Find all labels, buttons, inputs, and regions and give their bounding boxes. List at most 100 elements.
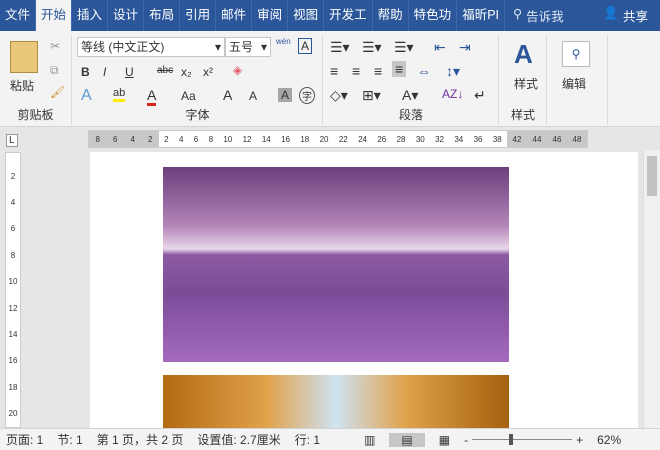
- shrink-font-button[interactable]: A: [249, 89, 257, 103]
- asian-layout-icon[interactable]: A▾: [402, 87, 418, 104]
- tab-3[interactable]: 设计: [108, 0, 145, 31]
- find-icon[interactable]: ⚲: [562, 41, 590, 67]
- superscript-button[interactable]: x²: [203, 65, 213, 79]
- ruler-mark: 32: [435, 134, 445, 144]
- shading-icon[interactable]: ◇▾: [330, 87, 348, 104]
- tab-5[interactable]: 引用: [180, 0, 217, 31]
- ruler-mark: 20: [8, 409, 18, 419]
- font-name-select[interactable]: 等线 (中文正文) ▾: [77, 37, 225, 57]
- justify-icon[interactable]: ≡: [392, 61, 407, 77]
- tab-4[interactable]: 布局: [144, 0, 181, 31]
- print-layout-icon[interactable]: ▤: [389, 432, 425, 447]
- document-page[interactable]: [90, 152, 638, 435]
- section-indicator[interactable]: 节: 1: [57, 431, 82, 448]
- ruler-mark: 6: [113, 134, 118, 144]
- status-bar: 页面: 1 节: 1 第 1 页，共 2 页 设置值: 2.7厘米 行: 1 ▥…: [0, 428, 660, 450]
- ruler-mark: 20: [319, 134, 329, 144]
- italic-button[interactable]: I: [103, 65, 106, 79]
- font-size-select[interactable]: 五号 ▾: [225, 37, 271, 57]
- char-shading-button[interactable]: A: [278, 88, 293, 102]
- tab-7[interactable]: 审阅: [252, 0, 289, 31]
- page-count[interactable]: 第 1 页，共 2 页: [97, 431, 184, 448]
- autumn-trees-image[interactable]: [163, 375, 509, 435]
- paragraph-group: ☰▾ ☰▾ ☰▾ ⇤ ⇥ ≡ ≡ ≡ ≡ ⇔ ↕▾ ◇▾ ⊞▾ A▾ AZ↓ ↵…: [324, 35, 499, 125]
- numbering-icon[interactable]: ☰▾: [362, 39, 382, 56]
- paste-button[interactable]: 粘贴: [10, 77, 34, 94]
- distribute-icon[interactable]: ⇔: [417, 63, 431, 79]
- tab-11[interactable]: 特色功: [409, 0, 458, 31]
- tab-0[interactable]: 文件: [0, 0, 37, 31]
- font-group: 等线 (中文正文) ▾ 五号 ▾ wén A B I U abc x₂ x² ◈ A…: [73, 35, 323, 125]
- tab-9[interactable]: 开发工: [324, 0, 373, 31]
- read-mode-icon[interactable]: ▥: [364, 433, 375, 447]
- ruler-mark: 44: [532, 134, 542, 144]
- text-effects-icon[interactable]: A: [81, 87, 92, 105]
- enclose-char-button[interactable]: 字: [299, 87, 315, 104]
- styles-icon[interactable]: A: [514, 39, 533, 70]
- multilevel-list-icon[interactable]: ☰▾: [394, 39, 414, 56]
- ruler-mark: 12: [8, 303, 18, 313]
- highlight-icon[interactable]: ab: [113, 87, 126, 102]
- web-layout-icon[interactable]: ▦: [439, 433, 450, 447]
- styles-button[interactable]: 样式: [514, 75, 538, 92]
- decrease-indent-icon[interactable]: ⇤: [434, 39, 446, 56]
- bold-button[interactable]: B: [81, 65, 90, 79]
- phonetic-guide-button[interactable]: wén: [276, 37, 291, 46]
- ruler-mark: 2: [148, 134, 153, 144]
- borders-icon[interactable]: ⊞▾: [362, 87, 381, 104]
- ruler-mark: 12: [242, 134, 252, 144]
- ruler-mark: 26: [377, 134, 387, 144]
- ruler-mark: 6: [193, 134, 199, 144]
- position-indicator[interactable]: 设置值: 2.7厘米: [197, 431, 280, 448]
- align-left-icon[interactable]: ≡: [330, 63, 338, 79]
- person-icon: 👤: [603, 6, 619, 20]
- horizontal-ruler[interactable]: 8642 2 4 6 8 10 12 14 16 18 20 22 24 26 28 30 32 34 36 38 …: [88, 130, 588, 148]
- underline-button[interactable]: U: [125, 65, 134, 79]
- paste-icon[interactable]: [10, 41, 38, 73]
- tab-6[interactable]: 邮件: [216, 0, 253, 31]
- scroll-thumb[interactable]: [647, 156, 657, 196]
- vertical-ruler[interactable]: 2 4 6 8 10 12 14 16 18 20: [5, 152, 21, 428]
- tab-12[interactable]: 福昕PI: [457, 0, 505, 31]
- share-button[interactable]: 👤 共享: [603, 6, 660, 25]
- tab-2[interactable]: 插入: [72, 0, 109, 31]
- copy-icon[interactable]: ⧉: [50, 63, 59, 78]
- zoom-slider[interactable]: - +: [464, 433, 583, 447]
- clear-format-icon[interactable]: ◈: [233, 63, 242, 77]
- sort-icon[interactable]: AZ↓: [442, 87, 463, 101]
- ruler-mark: 28: [396, 134, 406, 144]
- ruler-mark: 4: [178, 134, 184, 144]
- ruler-mark: 18: [300, 134, 310, 144]
- change-case-button[interactable]: Aa: [181, 89, 196, 103]
- tell-me[interactable]: ⚲ 告诉我: [513, 6, 564, 25]
- cut-icon[interactable]: ✂: [50, 39, 60, 53]
- char-border-button[interactable]: A: [298, 38, 313, 54]
- font-color-icon[interactable]: A: [147, 87, 157, 106]
- tab-selector[interactable]: L: [6, 134, 18, 147]
- editing-button[interactable]: 编辑: [562, 75, 586, 92]
- strikethrough-button[interactable]: abc: [157, 65, 173, 76]
- format-painter-icon[interactable]: 🖌: [50, 85, 65, 99]
- ruler-mark: 24: [358, 134, 368, 144]
- ruler-mark: 48: [572, 134, 582, 144]
- vertical-scrollbar[interactable]: [643, 150, 660, 428]
- ruler-mark: 4: [10, 198, 16, 208]
- align-center-icon[interactable]: ≡: [352, 63, 360, 79]
- zoom-level[interactable]: 62%: [597, 433, 621, 447]
- tab-8[interactable]: 视图: [288, 0, 325, 31]
- tab-10[interactable]: 帮助: [373, 0, 409, 31]
- tab-1[interactable]: 开始: [36, 0, 73, 31]
- increase-indent-icon[interactable]: ⇥: [459, 39, 471, 56]
- bullets-icon[interactable]: ☰▾: [330, 39, 350, 56]
- subscript-button[interactable]: x₂: [181, 65, 192, 79]
- ruler-mark: 42: [512, 134, 522, 144]
- show-marks-icon[interactable]: ↵: [474, 87, 486, 104]
- line-indicator[interactable]: 行: 1: [295, 431, 320, 448]
- grow-font-button[interactable]: A: [223, 87, 232, 103]
- ruler-mark: 2: [164, 134, 169, 144]
- page-indicator[interactable]: 页面: 1: [6, 431, 43, 448]
- search-icon: ⚲: [513, 7, 523, 21]
- line-spacing-icon[interactable]: ↕▾: [446, 63, 460, 80]
- align-right-icon[interactable]: ≡: [374, 63, 382, 79]
- lavender-field-image[interactable]: [163, 167, 509, 362]
